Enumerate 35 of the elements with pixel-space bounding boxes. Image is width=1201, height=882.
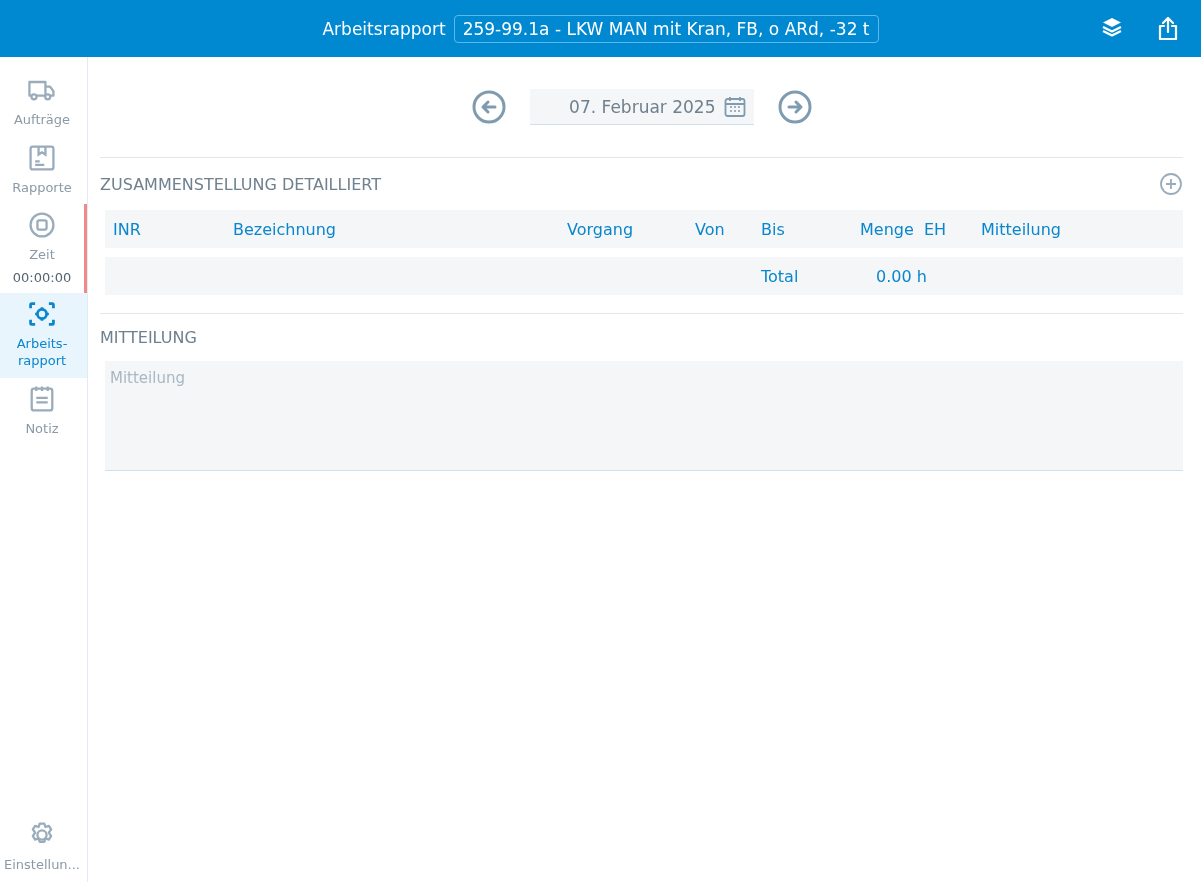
date-text: 07. Februar 2025 <box>569 96 716 117</box>
message-field[interactable]: Mitteilung <box>105 361 1183 471</box>
sidebar-item[interactable]: Notiz <box>0 377 87 446</box>
section-title: MITTEILUNG <box>100 328 197 347</box>
column-header: Menge <box>860 219 915 239</box>
sidebar-label: Zeit <box>29 246 55 264</box>
sidebar-label: Aufträge <box>13 111 71 129</box>
sidebar-label: Einstellun... <box>3 856 80 874</box>
box-icon <box>26 142 58 173</box>
column-header: Bis <box>761 219 786 239</box>
share-icon[interactable] <box>1157 16 1179 41</box>
section-title: ZUSAMMENSTELLUNG DETAILLIERT <box>100 174 381 194</box>
date-field[interactable]: 07. Februar 2025 <box>529 89 754 125</box>
settings-item[interactable]: Einstellun... <box>0 814 87 882</box>
column-header: Bezeichnung <box>233 219 338 239</box>
order-selector[interactable]: 259-99.1a - LKW MAN mit Kran, FB, o ARd, -32 t <box>453 14 879 43</box>
stop-icon <box>26 210 58 241</box>
column-header: Von <box>695 219 726 239</box>
page-title: Arbeitsrapport <box>322 18 446 39</box>
sidebar-label: Rapporte <box>12 178 72 197</box>
total-value: 0.00 h <box>875 266 928 286</box>
column-header: INR <box>113 219 142 239</box>
column-header: Mitteilung <box>981 219 1062 239</box>
sidebar-label: Arbeits- rapport <box>16 334 68 370</box>
layers-icon[interactable] <box>1101 16 1123 38</box>
timer-text: 00:00:00 <box>12 269 72 285</box>
column-header: Vorgang <box>567 219 635 239</box>
column-header: EH <box>924 219 948 239</box>
add-icon[interactable] <box>1159 172 1183 196</box>
sidebar-item[interactable]: Aufträge <box>0 69 87 137</box>
calendar-icon <box>723 95 746 118</box>
total-label: Total <box>761 266 800 286</box>
sidebar-item[interactable]: Rapporte <box>0 136 87 205</box>
sidebar-label: Notiz <box>25 419 59 438</box>
sidebar-item[interactable]: Arbeits- rapport <box>0 292 87 378</box>
